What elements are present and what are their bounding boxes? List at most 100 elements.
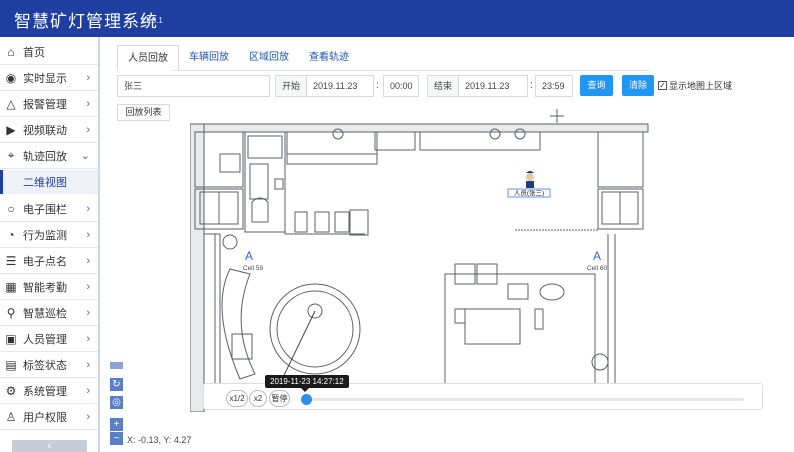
sidebar-item-label: 智慧巡检 — [23, 307, 67, 320]
home-icon: ⌂ — [7, 44, 15, 59]
sidebar-item-user-rights[interactable]: ♙ 用户权限 › — [0, 404, 98, 430]
end-time-input[interactable]: 23:59 — [535, 75, 573, 97]
start-date-input[interactable]: 2019.11.23 — [306, 75, 374, 97]
video-icon: ▶ — [6, 122, 16, 137]
chevron-right-icon: › — [86, 358, 90, 371]
show-area-label: 显示地图上区域 — [669, 81, 733, 91]
start-time-input[interactable]: 00:00 — [383, 75, 419, 97]
calendar-icon: ▦ — [5, 279, 17, 294]
chevron-right-icon: › — [86, 332, 90, 345]
sidebar-item-realtime[interactable]: ◉ 实时显示 › — [0, 65, 98, 91]
zoom-in-icon[interactable]: + — [110, 418, 123, 431]
eye-icon: ◉ — [5, 70, 17, 85]
sidebar-item-fence[interactable]: ○ 电子围栏 › — [0, 196, 98, 222]
anchor-right-glyph: A — [593, 249, 601, 263]
sidebar-item-attendance[interactable]: ▦ 智能考勤 › — [0, 274, 98, 300]
sidebar-item-label: 实时显示 — [23, 72, 67, 85]
route-icon: ⌖ — [7, 148, 15, 162]
sidebar-item-label: 人员管理 — [23, 333, 67, 346]
tab-vehicle-playback[interactable]: 车辆回放 — [179, 45, 239, 71]
tab-underline — [172, 70, 650, 71]
sidebar-item-track[interactable]: ⌖ 轨迹回放 ⌄ — [0, 143, 98, 169]
list-icon: ☰ — [5, 253, 17, 268]
ruler-icon[interactable] — [110, 362, 123, 369]
anchor-left-label: Cell 59 — [243, 265, 264, 272]
chevron-right-icon: › — [86, 97, 90, 110]
sidebar-item-inspection[interactable]: ⚲ 智慧巡检 › — [0, 300, 98, 326]
sidebar-item-label: 轨迹回放 — [23, 150, 67, 163]
sidebar-item-label: 智能考勤 — [23, 281, 67, 294]
playback-timestamp-tooltip: 2019-11-23 14:27:12 — [265, 375, 349, 392]
sidebar-item-label: 电子围栏 — [23, 203, 67, 216]
sidebar-subitem-label: 二维视图 — [23, 177, 67, 189]
playback-progress-thumb[interactable] — [301, 394, 312, 405]
person-marker: 人员(张三) — [507, 171, 551, 198]
sidebar-subitem-2d-view[interactable]: 二维视图 — [0, 170, 98, 194]
chevron-right-icon: › — [86, 410, 90, 423]
sidebar-item-rollcall[interactable]: ☰ 电子点名 › — [0, 248, 98, 274]
playback-list-button[interactable]: 回放列表 — [117, 104, 170, 121]
sidebar-item-label: 视频联动 — [23, 124, 67, 137]
person-card-icon: ▣ — [5, 331, 17, 346]
playback-tabs: 人员回放 车辆回放 区域回放 查看轨迹 — [117, 45, 359, 71]
person-marker-label: 人员(张三) — [514, 188, 544, 197]
sidebar-item-label: 用户权限 — [23, 411, 67, 424]
sidebar-item-home[interactable]: ⌂ 首页 — [0, 39, 98, 65]
checkbox-checked-icon: ✓ — [658, 81, 667, 90]
chevron-right-icon: › — [86, 280, 90, 293]
chevron-right-icon: › — [86, 228, 90, 241]
sidebar-item-label: 标签状态 — [23, 359, 67, 372]
floor-plan-drawing: A A Cell 59 Cell 60 人员(张三) — [190, 109, 649, 412]
refresh-icon[interactable]: ↻ — [110, 378, 123, 391]
anchor-left-glyph: A — [245, 249, 253, 263]
pause-button[interactable]: 暂停 — [269, 390, 290, 407]
floor-plan-map[interactable]: A A Cell 59 Cell 60 人员(张三) — [190, 104, 649, 412]
sidebar-item-alarm[interactable]: △ 报警管理 › — [0, 91, 98, 117]
sidebar-item-label: 行为监测 — [23, 229, 67, 242]
chevron-right-icon: › — [86, 306, 90, 319]
sidebar-item-video[interactable]: ▶ 视频联动 › — [0, 117, 98, 143]
show-area-checkbox[interactable]: ✓ 显示地图上区域 — [658, 79, 732, 92]
tab-person-playback[interactable]: 人员回放 — [117, 45, 179, 71]
chevron-right-icon: › — [86, 384, 90, 397]
user-icon: ♙ — [5, 409, 17, 424]
anchor-right-label: Cell 60 — [587, 265, 608, 272]
sidebar-item-label: 电子点名 — [23, 255, 67, 268]
sidebar-item-tag-status[interactable]: ▤ 标签状态 › — [0, 352, 98, 378]
time-separator: : — [376, 80, 379, 91]
start-label: 开始 — [275, 75, 307, 97]
gear-icon: ⚙ — [5, 383, 17, 398]
sidebar-item-label: 首页 — [23, 46, 45, 59]
sidebar-collapse-button[interactable]: ‹ — [12, 440, 87, 452]
playback-progress-track[interactable] — [304, 398, 744, 401]
tab-area-playback[interactable]: 区域回放 — [239, 45, 299, 71]
tab-view-track[interactable]: 查看轨迹 — [299, 45, 359, 71]
locate-icon[interactable]: ◎ — [110, 396, 123, 409]
end-label: 结束 — [427, 75, 459, 97]
app-title: 智慧矿灯管理系统 — [14, 12, 158, 31]
speed-half-button[interactable]: x1/2 — [226, 390, 248, 407]
app-version: v1.0.1 — [141, 16, 163, 25]
cursor-coordinates: X: -0.13, Y: 4.27 — [127, 435, 192, 445]
chevron-right-icon: › — [86, 71, 90, 84]
sidebar-item-behavior[interactable]: ◔ 行为监测 › — [0, 222, 98, 248]
sidebar-item-personnel[interactable]: ▣ 人员管理 › — [0, 326, 98, 352]
tag-icon: ▤ — [5, 357, 17, 372]
sidebar-item-label: 报警管理 — [23, 98, 67, 111]
app-header: 智慧矿灯管理系统 v1.0.1 — [0, 0, 794, 37]
query-button[interactable]: 查询 — [580, 75, 613, 96]
end-date-input[interactable]: 2019.11.23 — [458, 75, 528, 97]
bell-icon: △ — [6, 96, 16, 111]
chevron-right-icon: › — [86, 254, 90, 267]
circle-icon: ○ — [7, 201, 15, 216]
time-separator: : — [530, 80, 533, 91]
clear-button[interactable]: 清除 — [622, 75, 654, 96]
person-input[interactable]: 张三 — [117, 75, 270, 97]
sidebar: ⌂ 首页 ◉ 实时显示 › △ 报警管理 › ▶ 视频联动 › ⌖ 轨迹回放 ⌄… — [0, 37, 100, 452]
sidebar-item-system[interactable]: ⚙ 系统管理 › — [0, 378, 98, 404]
speed-double-button[interactable]: x2 — [249, 390, 267, 407]
zoom-out-icon[interactable]: − — [110, 432, 123, 445]
monitor-icon: ◔ — [7, 227, 15, 242]
chevron-down-icon: ⌄ — [80, 150, 90, 162]
chevron-right-icon: › — [86, 202, 90, 215]
